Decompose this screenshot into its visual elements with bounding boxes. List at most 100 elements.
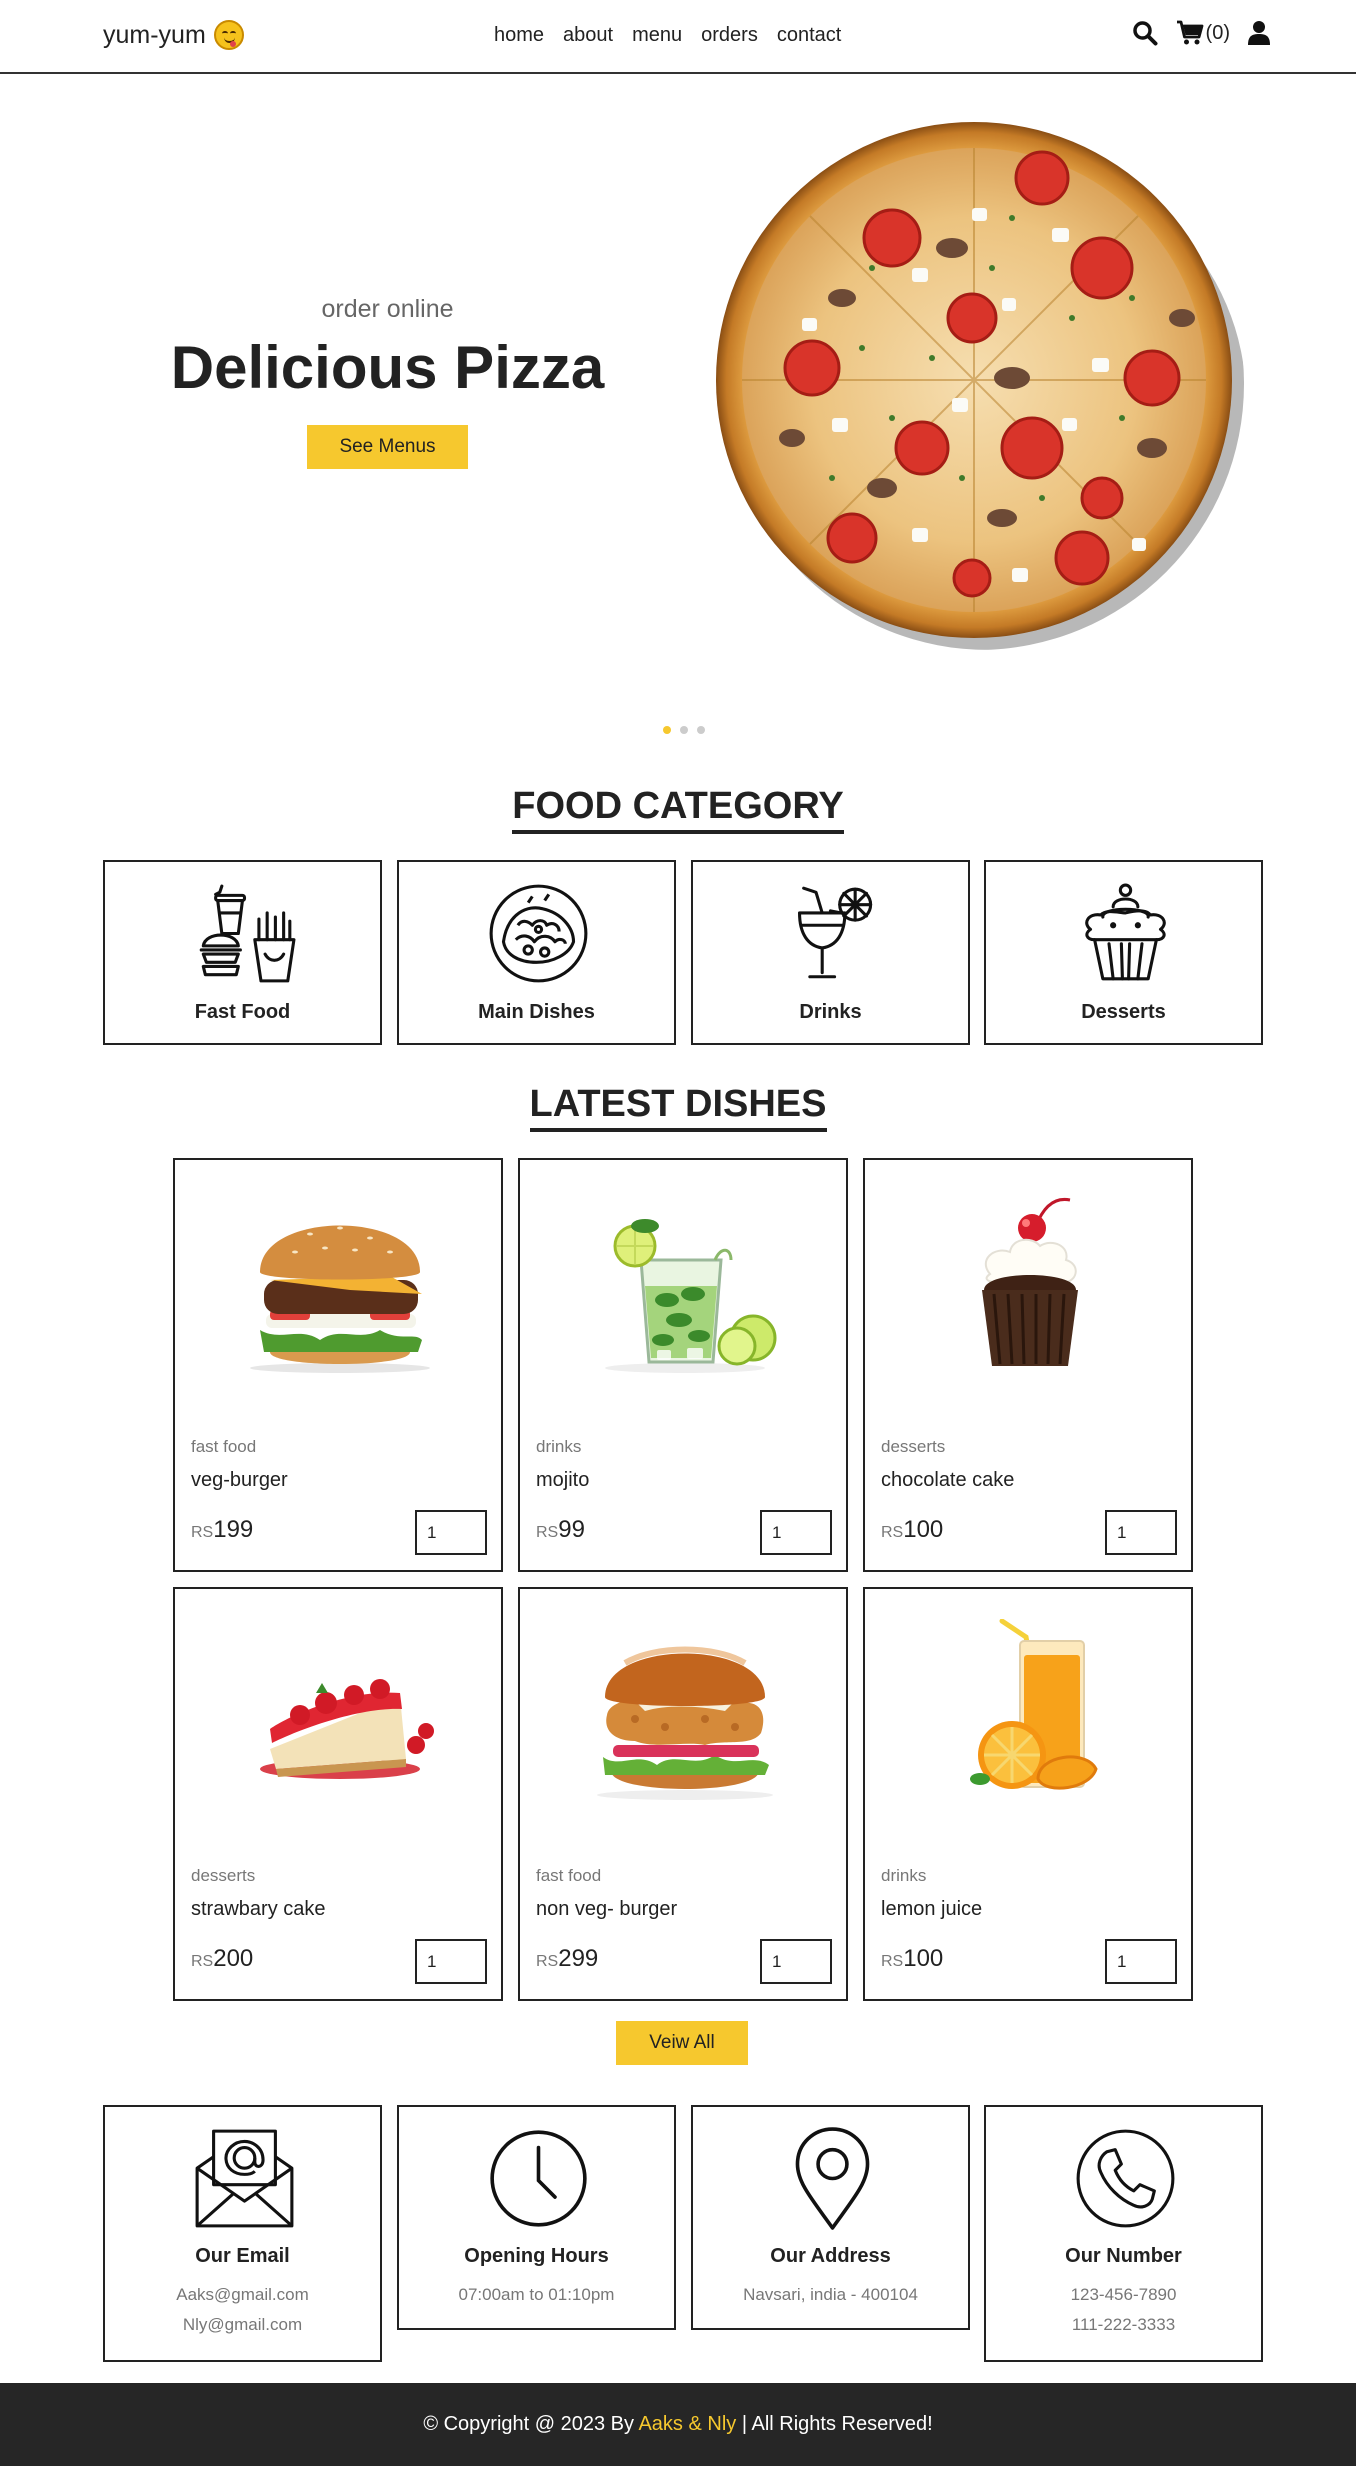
price-value: 99 xyxy=(558,1516,585,1543)
cart-button[interactable]: (0) xyxy=(1176,20,1230,46)
dish-name: chocolate cake xyxy=(881,1469,1015,1491)
info-card-email: Our Email Aaks@gmail.com Nly@gmail.com xyxy=(103,2105,382,2362)
currency-label: RS xyxy=(881,1524,904,1541)
cupcake-image xyxy=(982,1197,1078,1366)
price-value: 200 xyxy=(213,1945,254,1972)
info-title: Our Number xyxy=(1065,2245,1182,2267)
category-desserts[interactable]: Desserts xyxy=(984,860,1263,1045)
email-address[interactable]: Nly@gmail.com xyxy=(105,2315,380,2335)
dish-price: RS200 xyxy=(191,1945,253,1973)
currency-label: RS xyxy=(191,1524,214,1541)
burger-image xyxy=(250,1225,430,1373)
cart-count: (0) xyxy=(1205,21,1230,44)
nav-menu[interactable]: menu xyxy=(632,24,682,47)
dish-price: RS100 xyxy=(881,1516,943,1544)
see-menus-button[interactable]: See Menus xyxy=(307,425,468,469)
dish-category: drinks xyxy=(881,1866,927,1885)
copyright-text: © Copyright @ 2023 By xyxy=(423,2413,639,2435)
info-title: Our Address xyxy=(770,2245,891,2267)
cheesecake-image xyxy=(260,1679,434,1779)
user-icon[interactable] xyxy=(1248,20,1270,46)
phone-number[interactable]: 123-456-7890 xyxy=(986,2285,1261,2305)
hours-text: 07:00am to 01:10pm xyxy=(458,2285,615,2304)
mojito-image xyxy=(605,1219,777,1373)
phone-number[interactable]: 111-222-3333 xyxy=(986,2315,1261,2335)
info-title: Opening Hours xyxy=(464,2245,609,2267)
category-label: Fast Food xyxy=(194,1001,291,1023)
price-value: 100 xyxy=(903,1945,944,1972)
main-dish-icon xyxy=(489,884,588,983)
quantity-input[interactable] xyxy=(1105,1939,1177,1984)
dish-price: RS199 xyxy=(191,1516,253,1544)
slider-dot[interactable] xyxy=(697,726,705,734)
slider-dot[interactable] xyxy=(663,726,671,734)
info-title: Our Email xyxy=(195,2245,290,2267)
category-fast-food[interactable]: Fast Food xyxy=(103,860,382,1045)
dish-card[interactable]: fast food non veg- burger RS299 xyxy=(518,1587,848,2001)
envelope-icon xyxy=(195,2129,294,2228)
location-pin-icon xyxy=(795,2127,870,2230)
info-card-address: Our Address Navsari, india - 400104 xyxy=(691,2105,970,2330)
chicken-burger-image xyxy=(597,1646,773,1800)
hero-subtitle: order online xyxy=(321,295,454,323)
address-text: Navsari, india - 400104 xyxy=(743,2285,918,2304)
quantity-input[interactable] xyxy=(415,1939,487,1984)
logo-text: yum-yum xyxy=(103,20,206,49)
category-label: Drinks xyxy=(799,1001,862,1023)
authors-link[interactable]: Aaks & Nly xyxy=(638,2413,736,2435)
slider-dot[interactable] xyxy=(680,726,688,734)
currency-label: RS xyxy=(191,1953,214,1970)
dish-card[interactable]: desserts chocolate cake RS100 xyxy=(863,1158,1193,1572)
smiley-emoji-icon xyxy=(213,20,244,50)
clock-icon xyxy=(490,2130,587,2227)
nav-about[interactable]: about xyxy=(563,24,613,47)
search-icon[interactable] xyxy=(1132,20,1158,46)
dish-card[interactable]: desserts strawbary cake RS200 xyxy=(173,1587,503,2001)
quantity-input[interactable] xyxy=(415,1510,487,1555)
orange-juice-image xyxy=(970,1619,1098,1790)
quantity-input[interactable] xyxy=(1105,1510,1177,1555)
site-footer: © Copyright @ 2023 By Aaks & Nly | All R… xyxy=(0,2383,1356,2466)
cart-icon xyxy=(1176,20,1203,45)
slider-dots xyxy=(663,726,705,734)
view-all-button[interactable]: Veiw All xyxy=(616,2021,748,2065)
dish-name: lemon juice xyxy=(881,1898,983,1920)
nav-home[interactable]: home xyxy=(494,24,544,47)
category-main-dishes[interactable]: Main Dishes xyxy=(397,860,676,1045)
dish-price: RS299 xyxy=(536,1945,598,1973)
category-drinks[interactable]: Drinks xyxy=(691,860,970,1045)
info-card-phone: Our Number 123-456-7890 111-222-3333 xyxy=(984,2105,1263,2362)
category-label: Main Dishes xyxy=(478,1001,595,1023)
header-icons: (0) xyxy=(1132,20,1270,46)
price-value: 299 xyxy=(558,1945,599,1972)
quantity-input[interactable] xyxy=(760,1939,832,1984)
main-nav: home about menu orders contact xyxy=(494,24,841,47)
dish-name: veg-burger xyxy=(191,1469,288,1491)
nav-orders[interactable]: orders xyxy=(701,24,758,47)
logo[interactable]: yum-yum xyxy=(103,20,244,50)
currency-label: RS xyxy=(881,1953,904,1970)
hero-title: Delicious Pizza xyxy=(170,334,605,401)
dish-price: RS100 xyxy=(881,1945,943,1973)
dish-category: desserts xyxy=(191,1866,256,1885)
info-card-hours: Opening Hours 07:00am to 01:10pm xyxy=(397,2105,676,2330)
drink-icon xyxy=(797,886,873,979)
price-value: 199 xyxy=(213,1516,254,1543)
dish-card[interactable]: fast food veg-burger RS199 xyxy=(173,1158,503,1572)
dish-category: fast food xyxy=(191,1437,257,1456)
site-header: yum-yum home about menu orders contact (… xyxy=(0,0,1356,74)
nav-contact[interactable]: contact xyxy=(777,24,841,47)
quantity-input[interactable] xyxy=(760,1510,832,1555)
fast-food-icon xyxy=(199,884,296,983)
pizza-image xyxy=(716,122,1244,650)
dish-name: mojito xyxy=(536,1469,590,1491)
dish-category: drinks xyxy=(536,1437,582,1456)
email-address[interactable]: Aaks@gmail.com xyxy=(105,2285,380,2305)
rights-text: | All Rights Reserved! xyxy=(736,2413,933,2435)
dish-card[interactable]: drinks lemon juice RS100 xyxy=(863,1587,1193,2001)
price-value: 100 xyxy=(903,1516,944,1543)
food-category-heading: FOOD CATEGORY xyxy=(0,785,1356,834)
dish-price: RS99 xyxy=(536,1516,585,1544)
dish-card[interactable]: drinks mojito RS99 xyxy=(518,1158,848,1572)
currency-label: RS xyxy=(536,1524,559,1541)
